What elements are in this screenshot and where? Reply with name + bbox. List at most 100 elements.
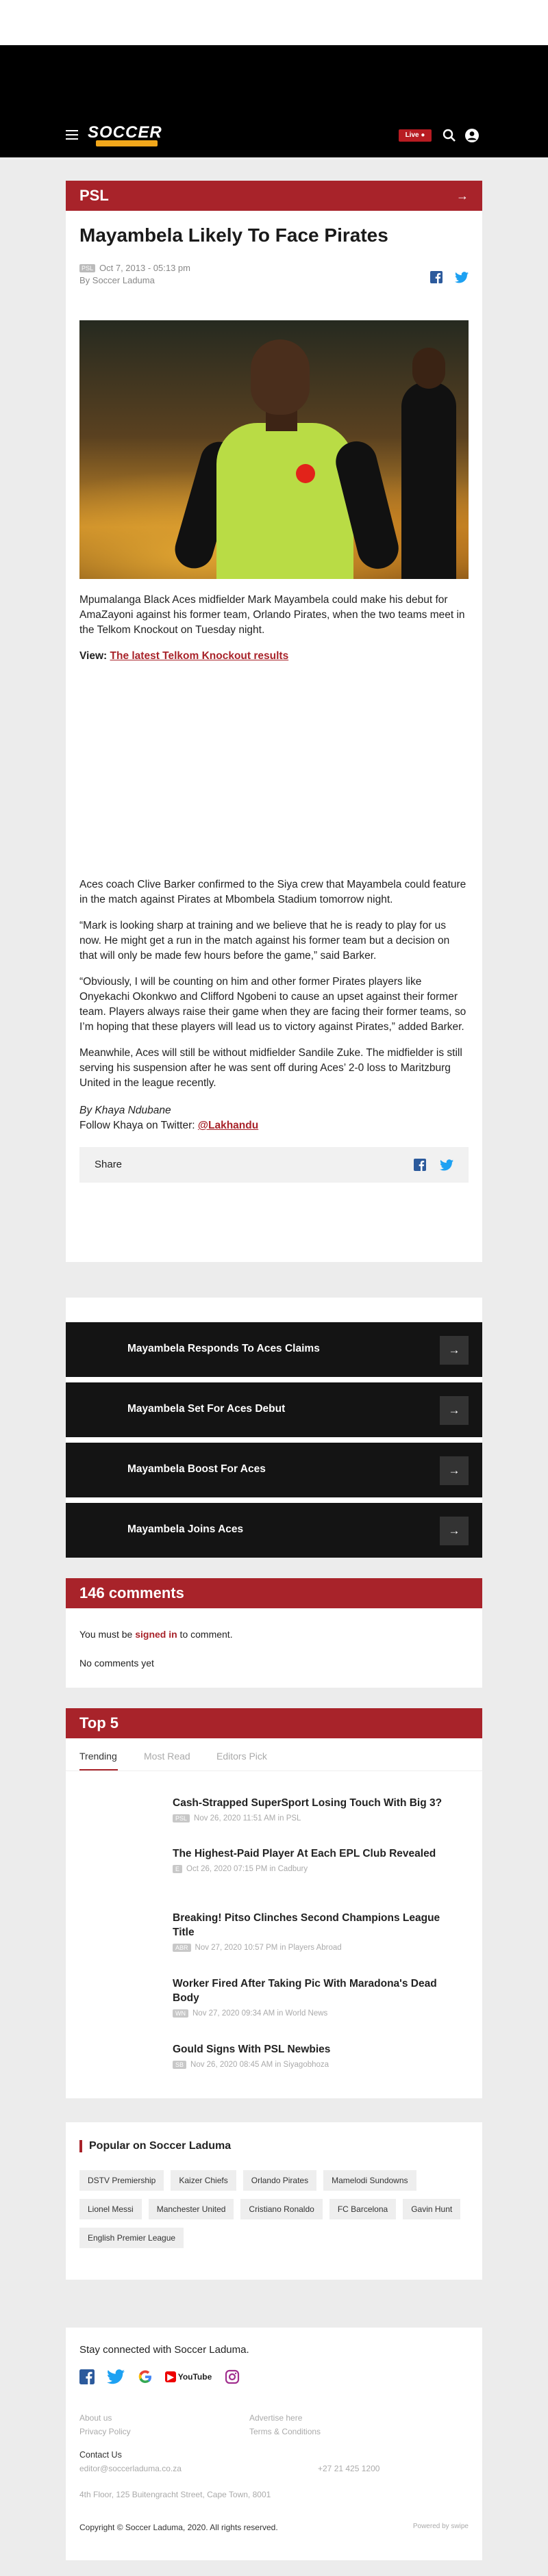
telkom-results-link[interactable]: The latest Telkom Knockout results — [110, 650, 289, 662]
top5-tag: E — [173, 1865, 183, 1873]
share-box: Share — [79, 1147, 469, 1183]
arrow-right-icon[interactable]: → — [440, 1336, 469, 1365]
share-label: Share — [95, 1159, 123, 1170]
related-article[interactable]: Mayambela Set For Aces Debut → — [66, 1382, 482, 1437]
related-articles: Mayambela Responds To Aces Claims → Maya… — [66, 1298, 482, 1558]
related-title: Mayambela Set For Aces Debut — [127, 1403, 286, 1415]
popular-tag[interactable]: Kaizer Chiefs — [171, 2170, 236, 2191]
category-tag: PSL — [79, 264, 96, 272]
twitter-icon[interactable] — [440, 1159, 453, 1171]
stay-connected-text: Stay connected with Soccer Laduma. — [79, 2344, 249, 2356]
popular-tag[interactable]: Mamelodi Sundowns — [323, 2170, 416, 2191]
top5-item[interactable]: The Highest-Paid Player At Each EPL Club… — [173, 1846, 460, 1873]
article-hero-image — [79, 320, 469, 579]
top5-item[interactable]: Breaking! Pitso Clinches Second Champion… — [173, 1911, 460, 1952]
section-header[interactable]: PSL → — [66, 181, 482, 211]
tab-trending[interactable]: Trending — [79, 1751, 117, 1762]
article-author: By Soccer Laduma — [79, 275, 155, 285]
arrow-right-icon[interactable]: → — [440, 1396, 469, 1425]
twitter-handle-link[interactable]: @Lakhandu — [198, 1120, 258, 1131]
contact-address: 4th Floor, 125 Buitengracht Street, Cape… — [79, 2490, 271, 2499]
powered-by: Powered by swipe — [412, 2523, 469, 2530]
popular-tag[interactable]: Orlando Pirates — [242, 2170, 317, 2191]
menu-icon[interactable] — [66, 130, 78, 140]
related-article[interactable]: Mayambela Joins Aces → — [66, 1503, 482, 1558]
live-button[interactable]: Live ● — [399, 129, 432, 142]
article-date: Oct 7, 2013 - 05:13 pm — [99, 263, 190, 273]
sign-in-link[interactable]: signed in — [135, 1629, 177, 1640]
popular-tag[interactable]: Lionel Messi — [79, 2199, 142, 2219]
popular-tag[interactable]: English Premier League — [79, 2228, 184, 2248]
sign-in-prompt: You must be signed in to comment. — [66, 1629, 482, 1640]
top-whitespace — [0, 0, 548, 45]
popular-tag[interactable]: FC Barcelona — [329, 2199, 397, 2219]
advertise-link[interactable]: Advertise here — [249, 2413, 302, 2423]
related-title: Mayambela Boost For Aces — [127, 1463, 266, 1475]
terms-link[interactable]: Terms & Conditions — [249, 2427, 321, 2436]
popular-tag[interactable]: DSTV Premiership — [79, 2170, 164, 2191]
top5-item-meta: Nov 27, 2020 10:57 PM in Players Abroad — [195, 1944, 342, 1952]
arrow-right-icon[interactable]: → — [440, 1517, 469, 1545]
google-icon[interactable] — [138, 2369, 153, 2384]
sign-in-suffix: to comment. — [177, 1629, 233, 1640]
top5-tag: ABR — [173, 1944, 191, 1952]
facebook-icon[interactable] — [79, 2369, 95, 2384]
arrow-right-icon[interactable]: → — [440, 1456, 469, 1485]
logo-text: SOCCER — [88, 123, 162, 142]
search-icon[interactable] — [443, 129, 456, 142]
privacy-link[interactable]: Privacy Policy — [79, 2427, 131, 2436]
twitter-icon[interactable] — [107, 2369, 125, 2384]
popular-tag[interactable]: Gavin Hunt — [403, 2199, 461, 2219]
youtube-label: YouTube — [177, 2372, 212, 2382]
tab-editors-pick[interactable]: Editors Pick — [216, 1751, 267, 1762]
contact-phone[interactable]: +27 21 425 1200 — [318, 2464, 379, 2473]
byline-author: By Khaya Ndubane — [79, 1105, 171, 1116]
ad-placeholder — [66, 662, 482, 877]
article-card: PSL → Mayambela Likely To Face Pirates P… — [66, 181, 482, 1262]
top5-item-meta: Nov 26, 2020 08:45 AM in Siyagobhoza — [190, 2061, 329, 2069]
sign-in-prefix: You must be — [79, 1629, 136, 1640]
arrow-right-icon[interactable]: → — [456, 189, 469, 203]
site-header: SOCCER Live ● — [0, 114, 548, 157]
byline: By Khaya Ndubane Follow Khaya on Twitter… — [66, 1103, 482, 1133]
popular-tag[interactable]: Manchester United — [148, 2199, 234, 2219]
top5-tag: PSL — [173, 1814, 190, 1822]
facebook-icon[interactable] — [430, 271, 443, 283]
article-paragraph: Meanwhile, Aces will still be without mi… — [79, 1047, 462, 1089]
user-account-icon[interactable] — [464, 128, 480, 143]
top5-tag: WN — [173, 2009, 188, 2018]
active-tab-indicator — [79, 1769, 118, 1770]
top5-item-meta: Nov 27, 2020 09:34 AM in World News — [192, 2009, 328, 2018]
twitter-icon[interactable] — [455, 272, 469, 283]
related-article[interactable]: Mayambela Boost For Aces → — [66, 1443, 482, 1497]
facebook-icon[interactable] — [413, 1159, 426, 1172]
top5-item[interactable]: Gould Signs With PSL Newbies SB Nov 26, 2… — [173, 2042, 460, 2069]
instagram-icon[interactable] — [225, 2369, 240, 2384]
contact-details: editor@soccerladuma.co.za +27 21 425 120… — [79, 2464, 469, 2479]
top5-tabs: Trending Most Read Editors Pick — [66, 1738, 482, 1771]
related-article[interactable]: Mayambela Responds To Aces Claims → — [66, 1322, 482, 1377]
top5-title: Top 5 — [79, 1714, 119, 1731]
popular-tag[interactable]: Cristiano Ronaldo — [240, 2199, 323, 2219]
top5-item[interactable]: Cash-Strapped SuperSport Losing Touch Wi… — [173, 1796, 460, 1822]
no-comments-text: No comments yet — [79, 1658, 154, 1669]
comments-count: 146 comments — [79, 1584, 184, 1601]
footer-links: About us Privacy Policy Advertise here T… — [79, 2413, 469, 2443]
top5-item-title: The Highest-Paid Player At Each EPL Club… — [173, 1848, 436, 1859]
share-top — [421, 271, 469, 285]
youtube-icon[interactable]: ▶ YouTube — [165, 2371, 212, 2382]
section-title: PSL — [79, 187, 109, 204]
popular-section: Popular on Soccer Laduma DSTV Premiershi… — [66, 2122, 482, 2280]
tab-most-read[interactable]: Most Read — [144, 1751, 190, 1762]
top5-item-title: Breaking! Pitso Clinches Second Champion… — [173, 1912, 440, 1938]
ad-banner-area — [0, 45, 548, 114]
site-logo[interactable]: SOCCER — [88, 123, 163, 148]
top5-item-meta: Oct 26, 2020 07:15 PM in Cadbury — [186, 1865, 308, 1873]
about-link[interactable]: About us — [79, 2413, 112, 2423]
contact-email[interactable]: editor@soccerladuma.co.za — [79, 2464, 182, 2473]
top5-item-meta: Nov 26, 2020 11:51 AM in PSL — [194, 1814, 301, 1822]
view-label: View: — [79, 650, 108, 662]
top5-item[interactable]: Worker Fired After Taking Pic With Marad… — [173, 1976, 460, 2018]
view-line: View: The latest Telkom Knockout results — [66, 650, 482, 662]
logo-swoosh — [96, 140, 158, 146]
